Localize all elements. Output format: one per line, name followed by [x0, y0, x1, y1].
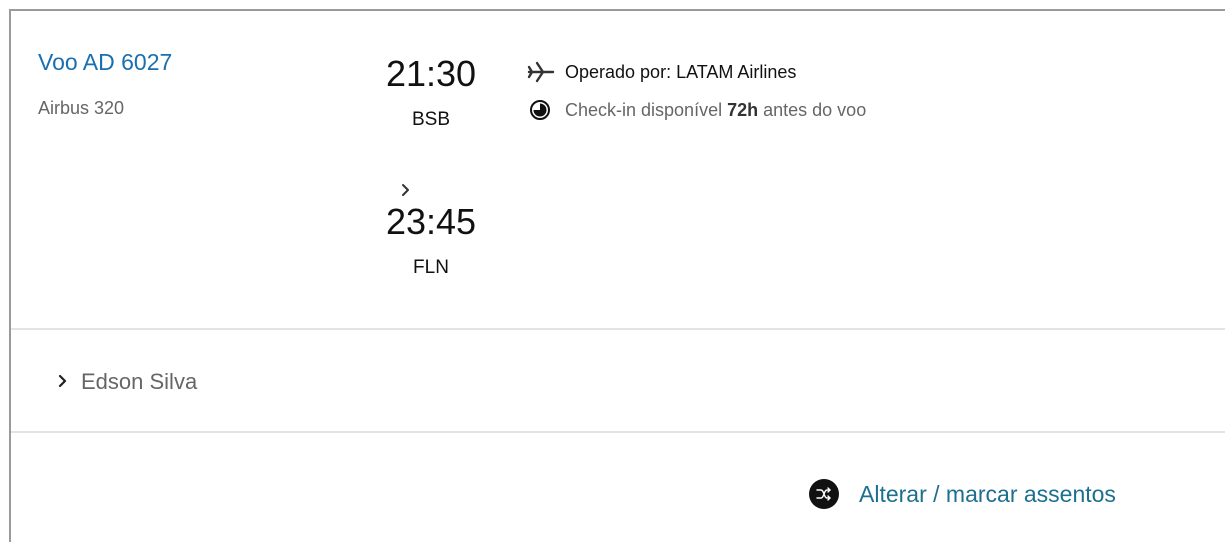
operated-by-row: Operado por: LATAM Airlines — [523, 58, 825, 86]
checkin-hours: 72h — [727, 100, 759, 120]
seats-section: Alterar / marcar assentos — [11, 433, 1225, 544]
departure-airport: BSB — [411, 109, 451, 130]
departure-time: 21:30 — [385, 53, 477, 94]
flight-card: Voo AD 6027 Airbus 320 21:30 BSB 23:45 F… — [9, 9, 1225, 542]
passenger-name: Edson Silva — [81, 369, 198, 394]
arrival-airport: FLN — [413, 257, 449, 278]
chevron-right-icon — [58, 374, 67, 388]
shuffle-icon — [809, 479, 839, 509]
checkin-row: Check-in disponível 72h antes do voo — [523, 96, 925, 124]
checkin-suffix: antes do voo — [758, 100, 867, 120]
flight-info: Operado por: LATAM Airlines Check-in dis… — [523, 58, 923, 124]
change-seats-label: Alterar / marcar assentos — [859, 480, 1116, 507]
aircraft-model: Airbus 320 — [38, 98, 125, 118]
arrival-time: 23:45 — [385, 201, 477, 242]
clock-icon — [530, 100, 550, 120]
chevron-right-icon — [402, 184, 409, 196]
arrival-block: 23:45 FLN — [366, 201, 496, 278]
checkin-prefix: Check-in disponível — [565, 100, 728, 120]
flight-details-section: Voo AD 6027 Airbus 320 21:30 BSB 23:45 F… — [11, 11, 1225, 328]
airplane-icon — [527, 61, 555, 83]
operated-by-text: Operado por: LATAM Airlines — [565, 62, 797, 82]
passenger-row[interactable]: Edson Silva — [11, 330, 1225, 431]
flight-number-link[interactable]: Voo AD 6027 — [38, 51, 172, 74]
flight-times: 21:30 BSB 23:45 FLN — [366, 53, 496, 278]
change-seats-button[interactable]: Alterar / marcar assentos — [809, 477, 1116, 511]
